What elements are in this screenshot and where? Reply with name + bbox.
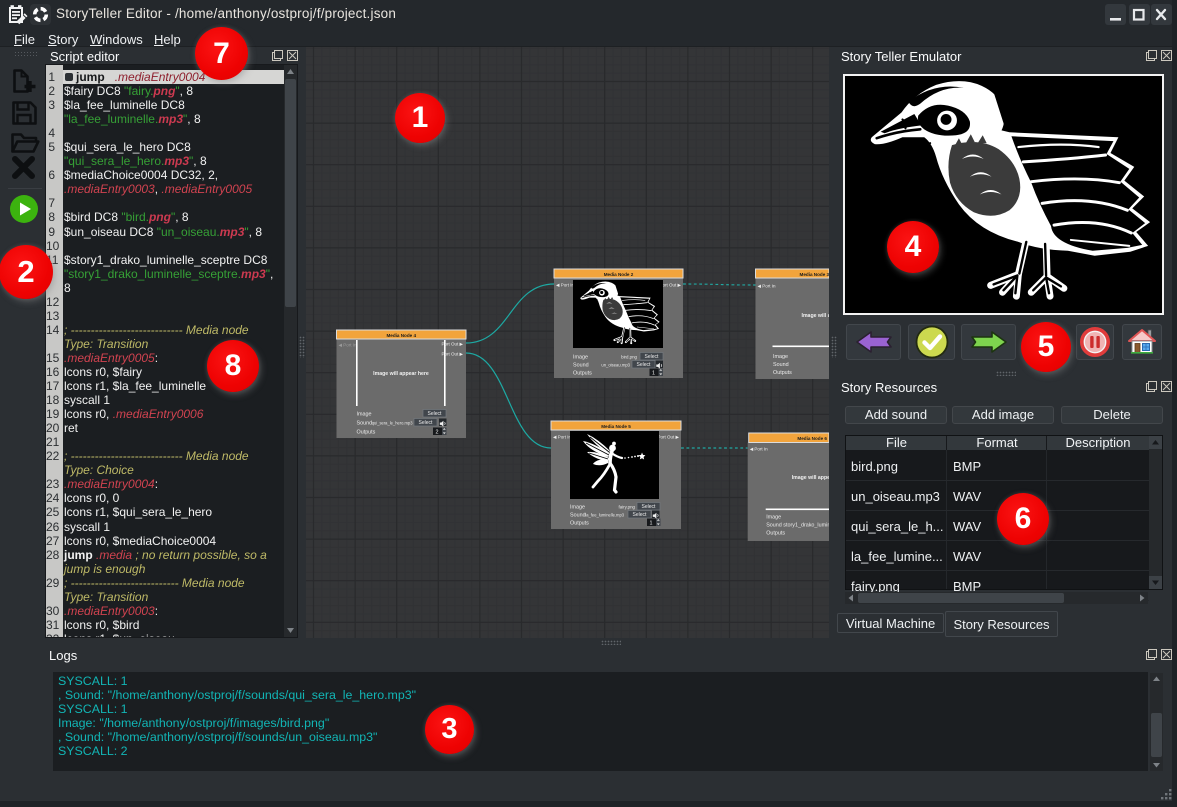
svg-text:qui_sera_le_hero.mp3: qui_sera_le_hero.mp3	[372, 421, 413, 426]
svg-text:Select: Select	[428, 411, 443, 417]
svg-text:Image: Image	[766, 515, 781, 521]
svg-text:Select: Select	[419, 420, 434, 426]
svg-text:◀ Port In: ◀ Port In	[339, 343, 357, 348]
svg-text:Media Node 6: Media Node 6	[797, 436, 827, 441]
svg-text:Outputs: Outputs	[573, 371, 592, 377]
svg-text:Image will appear here: Image will appear here	[373, 371, 429, 377]
svg-text:Outputs: Outputs	[773, 370, 792, 376]
svg-text:Outputs: Outputs	[357, 430, 376, 436]
svg-text:Image: Image	[570, 505, 585, 511]
svg-text:Select: Select	[642, 504, 657, 510]
svg-text:◀ Port In: ◀ Port In	[750, 447, 768, 452]
svg-text:Media Node 3: Media Node 3	[800, 272, 830, 277]
svg-text:Image will appear here: Image will appear here	[792, 475, 829, 481]
svg-text:Select: Select	[633, 512, 648, 518]
svg-text:1: 1	[652, 370, 655, 376]
svg-text:Port Out ▶: Port Out ▶	[658, 435, 680, 440]
svg-text:Sound: Sound	[773, 362, 789, 368]
svg-text:Image: Image	[573, 355, 588, 361]
svg-text:◀ Port In: ◀ Port In	[553, 435, 571, 440]
svg-text:Media Node 2: Media Node 2	[604, 272, 634, 277]
svg-text:Media Node 5: Media Node 5	[601, 424, 631, 429]
svg-text:Image will appear: Image will appear	[802, 313, 830, 319]
svg-text:Image: Image	[357, 412, 372, 418]
svg-text:Sound: Sound	[357, 421, 373, 427]
svg-text:Select: Select	[637, 362, 652, 368]
svg-text:◀ Port In: ◀ Port In	[758, 284, 776, 289]
svg-text:un_oiseau.mp3: un_oiseau.mp3	[601, 363, 630, 368]
svg-text:◀ Port In: ◀ Port In	[556, 283, 574, 288]
svg-text:Media Node 4: Media Node 4	[386, 333, 416, 338]
svg-text:2: 2	[436, 429, 439, 435]
svg-text:Select: Select	[645, 354, 660, 360]
svg-text:Sound: Sound	[573, 363, 589, 369]
svg-text:Sound story1_drako_luminelle_: Sound story1_drako_luminelle_sceptre.m	[766, 523, 829, 529]
svg-text:1: 1	[650, 520, 653, 526]
svg-text:Outputs: Outputs	[570, 521, 589, 527]
svg-text:bird.png: bird.png	[621, 355, 637, 360]
svg-text:Image: Image	[773, 354, 788, 360]
svg-text:la_fee_luminelle.mp3: la_fee_luminelle.mp3	[585, 513, 624, 518]
svg-text:Outputs: Outputs	[766, 531, 785, 537]
svg-text:fairy.png: fairy.png	[618, 505, 635, 510]
svg-text:Sound: Sound	[570, 513, 586, 519]
